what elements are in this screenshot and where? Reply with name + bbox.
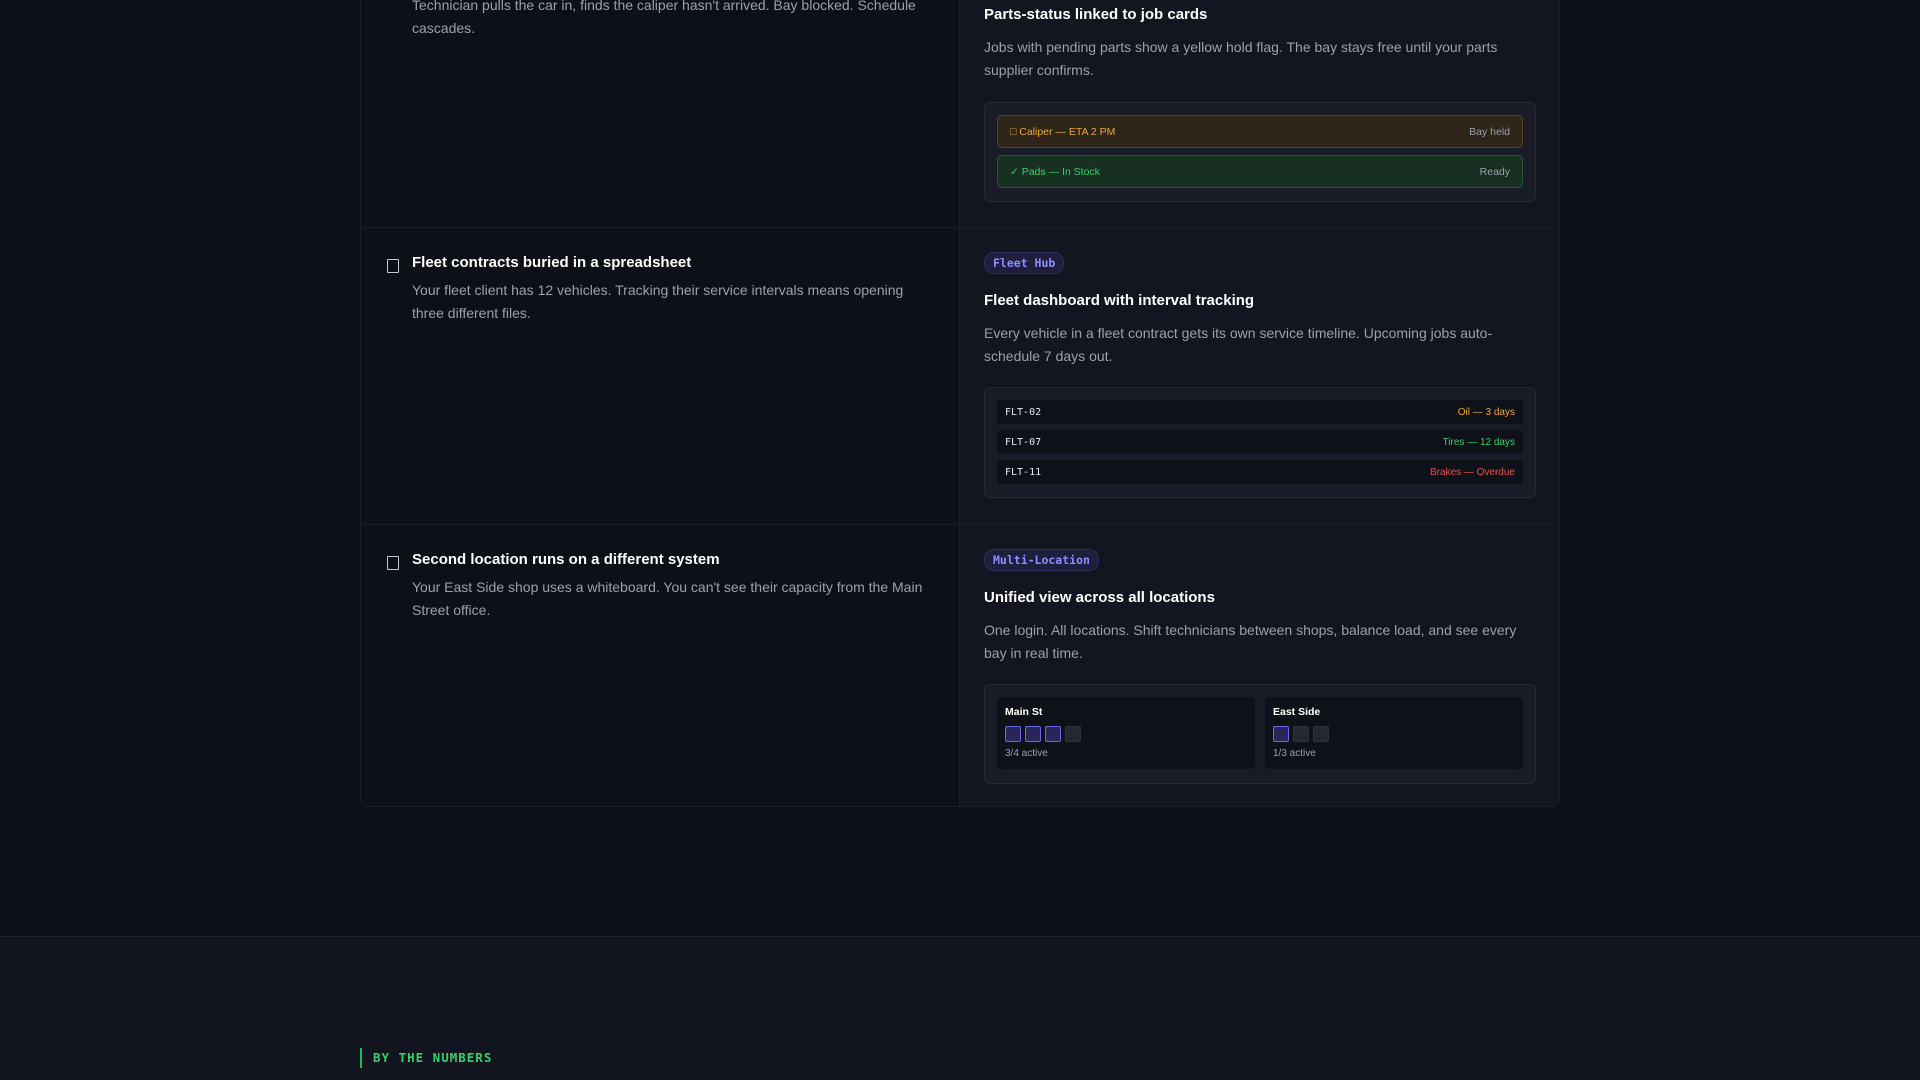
solution-description: Jobs with pending parts show a yellow ho… (984, 39, 1498, 78)
bay-active-indicator (1273, 726, 1289, 742)
solution-title: Fleet dashboard with interval tracking (984, 292, 1255, 309)
locations-grid: Main St 3/4 active East Side 1/3 active (997, 697, 1523, 769)
parts-status-mock: □ Caliper — ETA 2 PM Bay held ✓ Pads — I… (984, 102, 1536, 202)
solution-cell: Fleet Hub Fleet dashboard with interval … (960, 228, 1559, 524)
bay-idle-indicator (1065, 726, 1081, 742)
fleet-dashboard-mock: FLT-02 Oil — 3 days FLT-07 Tires — 12 da… (984, 387, 1536, 498)
fleet-service-status: Brakes — Overdue (1429, 466, 1515, 478)
pain-cell: Fleet contracts buried in a spreadsheet … (361, 228, 960, 524)
bay-active-indicator (1005, 726, 1021, 742)
part-row-pads: ✓ Pads — In Stock Ready (997, 155, 1523, 188)
pain-cell: Technician pulls the car in, finds the c… (361, 0, 960, 227)
pain-cell: Second location runs on a different syst… (361, 525, 960, 806)
part-label: ✓ Pads — In Stock (1010, 165, 1100, 178)
location-capacity: 3/4 active (1005, 748, 1048, 759)
feature-badge: Multi-Location (984, 549, 1099, 571)
part-status: Bay held (1469, 125, 1510, 138)
part-status: Ready (1479, 165, 1510, 178)
bay-indicators (1005, 726, 1247, 742)
locations-mock: Main St 3/4 active East Side 1/3 active (984, 684, 1536, 784)
location-card-east-side: East Side 1/3 active (1265, 697, 1523, 769)
bay-indicators (1273, 726, 1515, 742)
solution-cell: Parts-status linked to job cards Jobs wi… (960, 0, 1559, 227)
location-capacity: 1/3 active (1273, 748, 1316, 759)
pain-description: Technician pulls the car in, finds the c… (412, 0, 916, 36)
solution-description: Every vehicle in a fleet contract gets i… (984, 325, 1493, 364)
pain-title: Second location runs on a different syst… (412, 551, 720, 568)
document-icon (387, 556, 399, 570)
location-card-main-st: Main St 3/4 active (997, 697, 1255, 769)
bay-idle-indicator (1293, 726, 1309, 742)
pain-title: Fleet contracts buried in a spreadsheet (412, 254, 692, 271)
fleet-row: FLT-07 Tires — 12 days (997, 430, 1523, 454)
pain-description: Your East Side shop uses a whiteboard. Y… (412, 579, 923, 618)
fleet-service-status: Oil — 3 days (1457, 406, 1515, 418)
fleet-service-status: Tires — 12 days (1442, 436, 1515, 448)
fleet-vehicle-id: FLT-11 (1005, 466, 1042, 478)
fleet-row: FLT-11 Brakes — Overdue (997, 460, 1523, 484)
section-eyebrow: BY THE NUMBERS (360, 1048, 492, 1068)
feature-badge: Fleet Hub (984, 252, 1065, 274)
comparison-row: Second location runs on a different syst… (361, 524, 1559, 806)
fleet-vehicle-id: FLT-02 (1005, 406, 1042, 418)
bay-active-indicator (1045, 726, 1061, 742)
solution-cell: Multi-Location Unified view across all l… (960, 525, 1559, 806)
pain-description: Your fleet client has 12 vehicles. Track… (412, 282, 904, 321)
bay-active-indicator (1025, 726, 1041, 742)
solution-title: Unified view across all locations (984, 589, 1215, 606)
fleet-vehicle-id: FLT-07 (1005, 436, 1042, 448)
part-label: □ Caliper — ETA 2 PM (1010, 125, 1116, 138)
document-icon (387, 259, 399, 273)
solution-title: Parts-status linked to job cards (984, 6, 1208, 23)
location-name: East Side (1273, 706, 1321, 718)
numbers-section (0, 937, 1920, 1080)
page: Technician pulls the car in, finds the c… (0, 0, 1920, 1080)
comparison-row: Technician pulls the car in, finds the c… (361, 0, 1559, 227)
part-row-caliper: □ Caliper — ETA 2 PM Bay held (997, 115, 1523, 148)
solution-description: One login. All locations. Shift technici… (984, 622, 1517, 661)
comparison-row: Fleet contracts buried in a spreadsheet … (361, 227, 1559, 524)
comparison-table: Technician pulls the car in, finds the c… (360, 0, 1560, 807)
location-name: Main St (1005, 706, 1043, 718)
fleet-row: FLT-02 Oil — 3 days (997, 400, 1523, 424)
bay-idle-indicator (1313, 726, 1329, 742)
